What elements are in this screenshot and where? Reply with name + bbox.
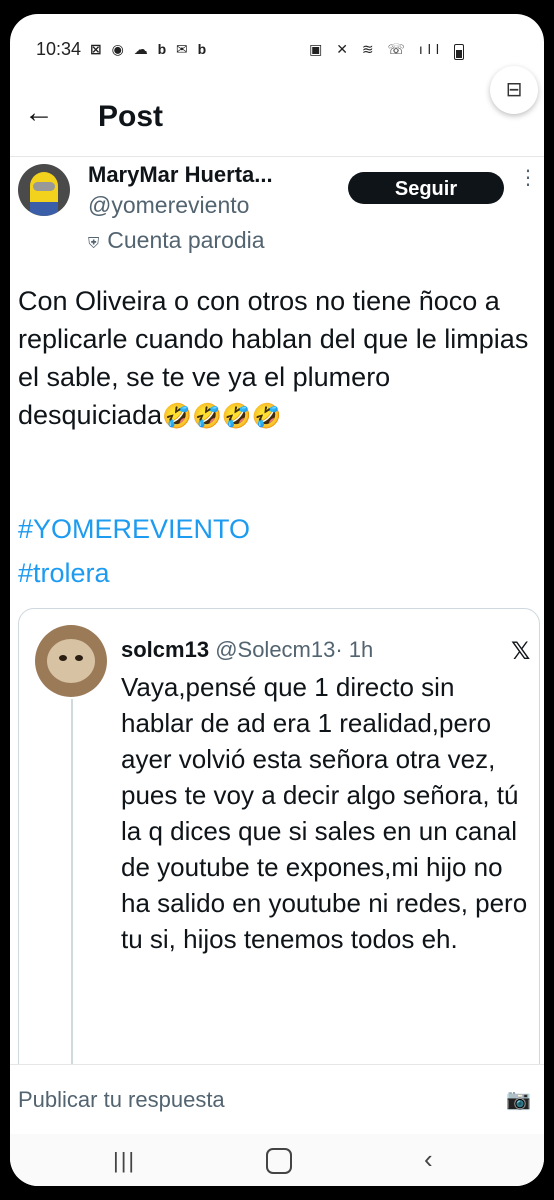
- quoted-handle[interactable]: @Solecm13: [215, 637, 335, 662]
- status-time: 10:34: [36, 39, 82, 59]
- author-name[interactable]: MaryMar Huerta...: [88, 162, 273, 188]
- nav-back-icon[interactable]: ‹: [424, 1144, 433, 1175]
- page-title: Post: [98, 100, 164, 133]
- parody-text: Cuenta parodia: [107, 227, 265, 253]
- more-options-icon[interactable]: ⋮: [518, 168, 538, 188]
- laughing-emoji-icons: 🤣🤣🤣🤣: [162, 403, 282, 430]
- reply-bar: 📷: [10, 1064, 544, 1135]
- avatar-eye-shape: [75, 655, 83, 661]
- notification-icons: ⊠ ◉ ☁ b ✉ b: [90, 41, 210, 57]
- author-avatar[interactable]: [18, 164, 70, 216]
- battery-icon: [454, 44, 464, 60]
- status-bar: 10:34 ⊠ ◉ ☁ b ✉ b ▣ ✕ ≋ ☏ ıll: [10, 36, 544, 64]
- quoted-text: Vaya,pensé que 1 directo sin hablar de a…: [121, 672, 528, 954]
- parody-label: ⛨ Cuenta parodia: [88, 227, 265, 254]
- quoted-name[interactable]: solcm13: [121, 637, 209, 662]
- avatar-eye-shape: [59, 655, 67, 661]
- thread-line: [71, 699, 73, 1079]
- recent-apps-icon[interactable]: |||: [113, 1148, 136, 1174]
- back-arrow-icon[interactable]: ←: [24, 96, 54, 130]
- parody-mask-icon: ⛨: [88, 235, 100, 252]
- header-divider: [10, 156, 544, 157]
- quoted-post[interactable]: solcm13 @Solecm13· 1h 𝕏 Vaya,pensé que 1…: [18, 608, 540, 1080]
- scan-text-icon[interactable]: ⊟: [490, 66, 538, 114]
- phone-screen: 10:34 ⊠ ◉ ☁ b ✉ b ▣ ✕ ≋ ☏ ıll ← Post Mar…: [10, 14, 544, 1186]
- reply-input[interactable]: [16, 1081, 440, 1119]
- post-body: Con Oliveira o con otros no tiene ñoco a…: [18, 282, 538, 436]
- avatar-goggle-shape: [33, 182, 55, 191]
- hashtag-trolera[interactable]: #trolera: [18, 558, 110, 589]
- hashtag-yomereviento[interactable]: #YOMEREVIENTO: [18, 514, 250, 545]
- avatar-dog-shape: [47, 639, 95, 683]
- avatar-overall-shape: [30, 202, 58, 216]
- quoted-avatar[interactable]: [35, 625, 107, 697]
- follow-button[interactable]: Seguir: [348, 172, 504, 204]
- quoted-time: · 1h: [335, 637, 374, 662]
- quoted-header: solcm13 @Solecm13· 1h: [121, 637, 373, 663]
- camera-icon[interactable]: 📷: [506, 1087, 531, 1112]
- author-handle[interactable]: @yomereviento: [88, 192, 249, 219]
- system-icons: ▣ ✕ ≋ ☏ ıll: [309, 41, 444, 57]
- post-header: ← Post: [10, 92, 544, 142]
- system-nav-bar: ||| ‹: [10, 1134, 544, 1186]
- x-logo-icon: 𝕏: [511, 638, 531, 665]
- home-icon[interactable]: [266, 1148, 292, 1174]
